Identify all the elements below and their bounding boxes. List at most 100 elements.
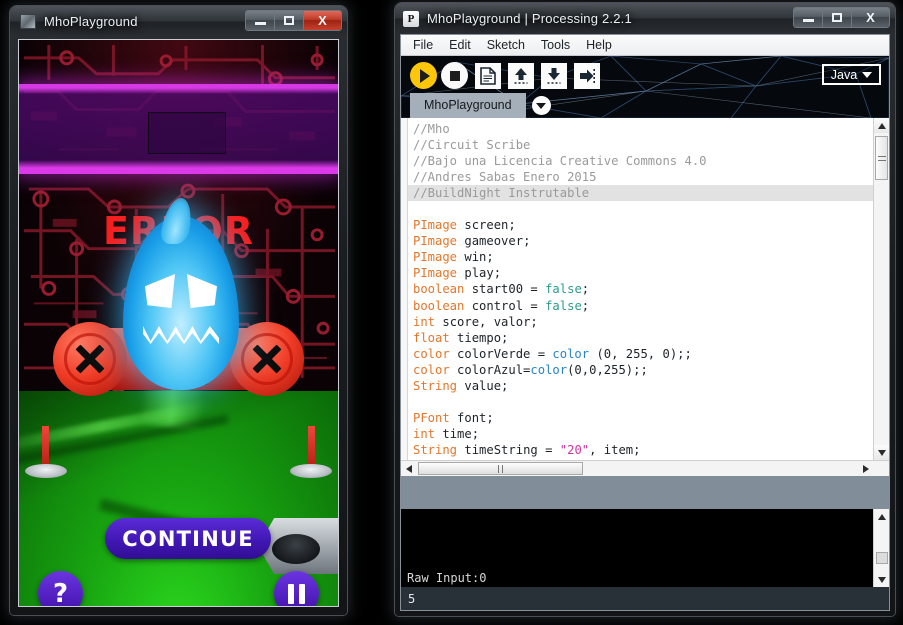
- status-bar: [401, 476, 889, 509]
- menubar[interactable]: File Edit Sketch Tools Help: [401, 35, 889, 56]
- code-line: color colorVerde = color (0, 255, 0);;: [413, 346, 873, 362]
- game-window[interactable]: MhoPlayground X CONTINUE ?: [10, 6, 347, 615]
- minimize-icon: [254, 22, 266, 25]
- game-close-button[interactable]: X: [304, 11, 341, 30]
- code-token: ;: [581, 298, 590, 313]
- flame-eye-right: [187, 274, 217, 308]
- code-token: tiempo;: [449, 330, 509, 345]
- editor-horizontal-scrollbar[interactable]: [401, 460, 889, 476]
- run-button[interactable]: [410, 62, 437, 89]
- code-line: float tiempo;: [413, 330, 873, 346]
- continue-button[interactable]: CONTINUE: [105, 518, 271, 559]
- code-token: ;: [581, 282, 590, 297]
- code-token: font;: [449, 410, 494, 425]
- scroll-left-button[interactable]: [401, 461, 416, 476]
- scroll-down-button[interactable]: [874, 445, 889, 460]
- mode-select-value: Java: [830, 67, 858, 82]
- export-button[interactable]: [574, 62, 600, 89]
- code-token: //Andres Sabas Enero 2015: [413, 170, 597, 185]
- code-token: gameover;: [457, 234, 531, 249]
- code-token: win;: [457, 250, 494, 265]
- code-line: String value;: [413, 378, 873, 394]
- ide-window-title: MhoPlayground | Processing 2.2.1: [427, 11, 632, 26]
- sketch-tab-mhoplayground[interactable]: MhoPlayground: [410, 93, 526, 118]
- code-line: int time;: [413, 426, 873, 442]
- code-line: PImage screen;: [413, 217, 873, 233]
- console-scroll-down-button[interactable]: [874, 572, 889, 587]
- code-token: String: [413, 442, 458, 457]
- toolbar: Java MhoPlayground: [401, 56, 889, 118]
- code-token: start00 =: [464, 282, 546, 297]
- code-line: PImage play;: [413, 265, 873, 281]
- ide-titlebar[interactable]: P MhoPlayground | Processing 2.2.1 X: [395, 3, 895, 34]
- code-token: //Bajo una Licencia Creative Commons 4.0: [413, 154, 707, 169]
- resistor-cap-left: [53, 322, 127, 396]
- game-minimize-button[interactable]: [246, 11, 275, 30]
- editor-gutter: [401, 118, 408, 460]
- resistor-cap-right: [230, 322, 304, 396]
- ide-minimize-button[interactable]: [794, 8, 823, 27]
- console-line: Raw Input:0: [407, 571, 487, 585]
- code-token: value;: [457, 378, 509, 393]
- menu-help[interactable]: Help: [578, 36, 620, 54]
- code-token: color: [413, 362, 450, 377]
- desktop: MhoPlayground X CONTINUE ? P MhoPlaygrou…: [0, 0, 903, 625]
- scroll-right-button[interactable]: [858, 461, 873, 476]
- console-scrollbar[interactable]: [873, 509, 889, 587]
- menu-sketch[interactable]: Sketch: [479, 36, 533, 54]
- code-line: //BuildNight Instrutable: [408, 185, 873, 202]
- console-output[interactable]: Raw Input:0 Valor resistencias:470: [401, 509, 889, 587]
- tab-menu-button[interactable]: [531, 96, 551, 115]
- code-token: PFont: [413, 410, 450, 425]
- ide-body: File Edit Sketch Tools Help Java MhoPlay…: [400, 34, 890, 611]
- stop-button[interactable]: [441, 62, 468, 89]
- toolbar-buttons[interactable]: [410, 62, 600, 89]
- chevron-down-circle-icon: [536, 102, 547, 109]
- code-line: boolean control = false;: [413, 298, 873, 314]
- code-token: int: [413, 426, 436, 441]
- save-button[interactable]: [541, 62, 567, 89]
- code-token: color: [413, 346, 450, 361]
- post-base-right: [290, 464, 332, 478]
- console-scroll-up-button[interactable]: [874, 509, 889, 524]
- code-token: time;: [435, 426, 480, 441]
- code-token: score, valor;: [435, 314, 538, 329]
- new-button[interactable]: [475, 62, 501, 89]
- code-line: PImage win;: [413, 249, 873, 265]
- line-status-bar: 5: [401, 587, 889, 610]
- menu-edit[interactable]: Edit: [441, 36, 479, 54]
- ide-close-button[interactable]: X: [852, 8, 889, 27]
- processing-ide-window[interactable]: P MhoPlayground | Processing 2.2.1 X Fil…: [395, 3, 895, 616]
- editor-vertical-scrollbar[interactable]: [873, 118, 889, 460]
- code-token: color: [530, 362, 568, 377]
- code-line: //Bajo una Licencia Creative Commons 4.0: [413, 153, 873, 169]
- scroll-thumb-vertical[interactable]: [875, 136, 888, 180]
- code-token: play;: [457, 266, 502, 281]
- menu-file[interactable]: File: [405, 36, 441, 54]
- code-text[interactable]: //Mho //Circuit Scribe//Bajo una Licencia…: [408, 118, 873, 460]
- save-arrow-down-icon: [547, 67, 561, 84]
- open-button[interactable]: [508, 62, 534, 89]
- game-canvas[interactable]: ERROR: [19, 40, 338, 606]
- editor-area[interactable]: //Mho //Circuit Scribe//Bajo una Licencia…: [401, 118, 889, 460]
- code-token: //Mho: [413, 122, 450, 136]
- game-window-titlebar[interactable]: MhoPlayground X: [10, 6, 347, 37]
- code-token: boolean: [413, 282, 465, 297]
- mode-select[interactable]: Java: [822, 64, 881, 85]
- menu-tools[interactable]: Tools: [533, 36, 578, 54]
- code-line: int score, valor;: [413, 314, 873, 330]
- game-window-controls[interactable]: X: [245, 10, 342, 31]
- game-canvas-frame[interactable]: ERROR: [18, 39, 339, 607]
- code-token: float: [413, 330, 450, 345]
- scroll-thumb-horizontal[interactable]: [418, 462, 583, 475]
- ide-window-controls[interactable]: X: [793, 7, 890, 28]
- ide-maximize-button[interactable]: [823, 8, 852, 27]
- scroll-up-button[interactable]: [874, 118, 889, 133]
- console-scroll-thumb[interactable]: [876, 552, 888, 564]
- sketch-tab-row[interactable]: MhoPlayground: [410, 93, 551, 118]
- play-icon: [420, 68, 430, 83]
- close-icon: X: [318, 13, 327, 28]
- code-token: (0, 255, 0);;: [589, 346, 692, 361]
- pause-icon: [288, 583, 305, 604]
- game-maximize-button[interactable]: [275, 11, 304, 30]
